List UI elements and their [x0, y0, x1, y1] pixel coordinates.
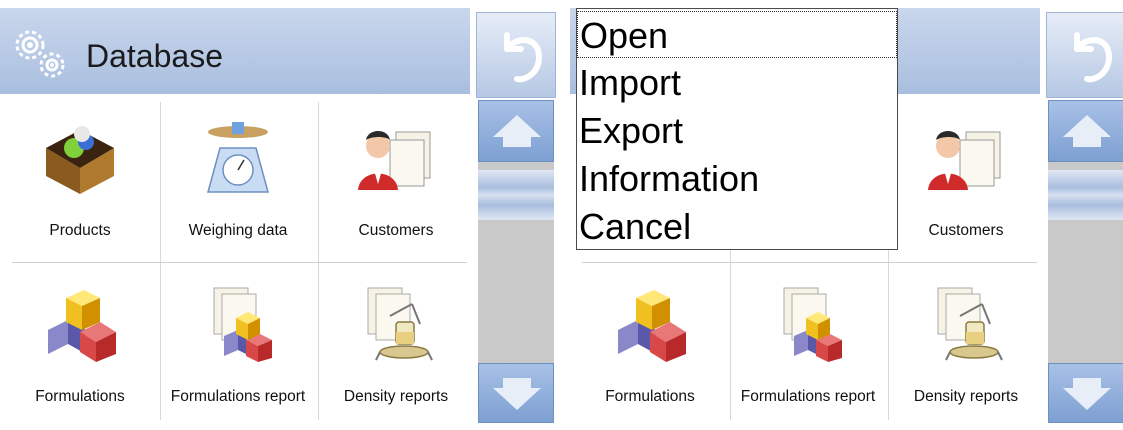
- menu-item-import[interactable]: Import: [577, 59, 897, 106]
- customer-card-icon: [926, 118, 1006, 198]
- back-button[interactable]: [1046, 12, 1123, 98]
- page-title: Database: [86, 38, 223, 74]
- undo-arrow-icon: [1047, 13, 1123, 99]
- header-bar: Database: [0, 8, 470, 94]
- tile-customers-label: Customers: [358, 222, 434, 239]
- tile-density-reports[interactable]: Density reports: [318, 266, 474, 430]
- density-report-icon: [926, 284, 1006, 364]
- menu-item-information[interactable]: Information: [577, 155, 897, 202]
- tile-density-reports[interactable]: Density reports: [888, 266, 1044, 430]
- density-report-icon: [356, 284, 436, 364]
- weighing-scale-icon: [198, 118, 278, 198]
- customer-card-icon: [356, 118, 436, 198]
- tile-formulations-report[interactable]: Formulations report: [160, 266, 316, 430]
- scrollbar-track[interactable]: [1048, 162, 1123, 367]
- menu-item-cancel[interactable]: Cancel: [577, 203, 897, 250]
- scrollbar-thumb[interactable]: [478, 170, 554, 220]
- grid-divider: [160, 102, 161, 420]
- menu-item-open[interactable]: Open: [577, 11, 897, 58]
- tile-density-reports-label: Density reports: [913, 388, 1019, 405]
- scroll-down-button[interactable]: [478, 363, 554, 423]
- tile-formulations-report[interactable]: Formulations report: [730, 266, 886, 430]
- database-screen: Database Products Weighing data Customer…: [0, 0, 560, 423]
- grid-divider: [318, 102, 319, 420]
- tile-formulations-label: Formulations: [605, 388, 695, 405]
- database-grid: Products Weighing data Customers Formula…: [0, 94, 470, 423]
- scrollbar-track[interactable]: [478, 162, 554, 367]
- formulation-report-icon: [198, 284, 278, 364]
- back-button[interactable]: [476, 12, 556, 98]
- navigation-rail: [476, 8, 556, 423]
- grid-divider: [582, 262, 1037, 263]
- tile-customers-label: Customers: [928, 222, 1004, 239]
- arrow-up-icon: [1049, 101, 1123, 163]
- formulation-cubes-icon: [610, 284, 690, 364]
- arrow-down-icon: [479, 364, 555, 424]
- tile-customers[interactable]: Customers: [888, 100, 1044, 264]
- formulation-cubes-icon: [40, 284, 120, 364]
- tile-formulations[interactable]: Formulations: [572, 266, 728, 430]
- arrow-up-icon: [479, 101, 555, 163]
- tile-formulations-label: Formulations: [35, 388, 125, 405]
- scrollbar-thumb[interactable]: [1048, 170, 1123, 220]
- tile-weighing-data[interactable]: Weighing data: [160, 100, 316, 264]
- tile-products-label: Products: [49, 222, 111, 239]
- tile-customers[interactable]: Customers: [318, 100, 474, 264]
- product-box-icon: [40, 118, 120, 198]
- tile-formulations-report-label: Formulations report: [740, 388, 876, 405]
- grid-divider: [12, 262, 467, 263]
- undo-arrow-icon: [477, 13, 557, 99]
- scroll-up-button[interactable]: [1048, 100, 1123, 162]
- tile-formulations[interactable]: Formulations: [2, 266, 158, 430]
- tile-weighing-data-label: Weighing data: [188, 222, 288, 239]
- formulation-report-icon: [768, 284, 848, 364]
- tile-density-reports-label: Density reports: [343, 388, 449, 405]
- arrow-down-icon: [1049, 364, 1123, 424]
- gears-icon: [8, 25, 72, 81]
- scroll-down-button[interactable]: [1048, 363, 1123, 423]
- tile-products[interactable]: Products: [2, 100, 158, 264]
- menu-item-export[interactable]: Export: [577, 107, 897, 154]
- navigation-rail: [1046, 8, 1123, 423]
- context-menu: Open Import Export Information Cancel: [576, 8, 898, 250]
- scroll-up-button[interactable]: [478, 100, 554, 162]
- tile-formulations-report-label: Formulations report: [170, 388, 306, 405]
